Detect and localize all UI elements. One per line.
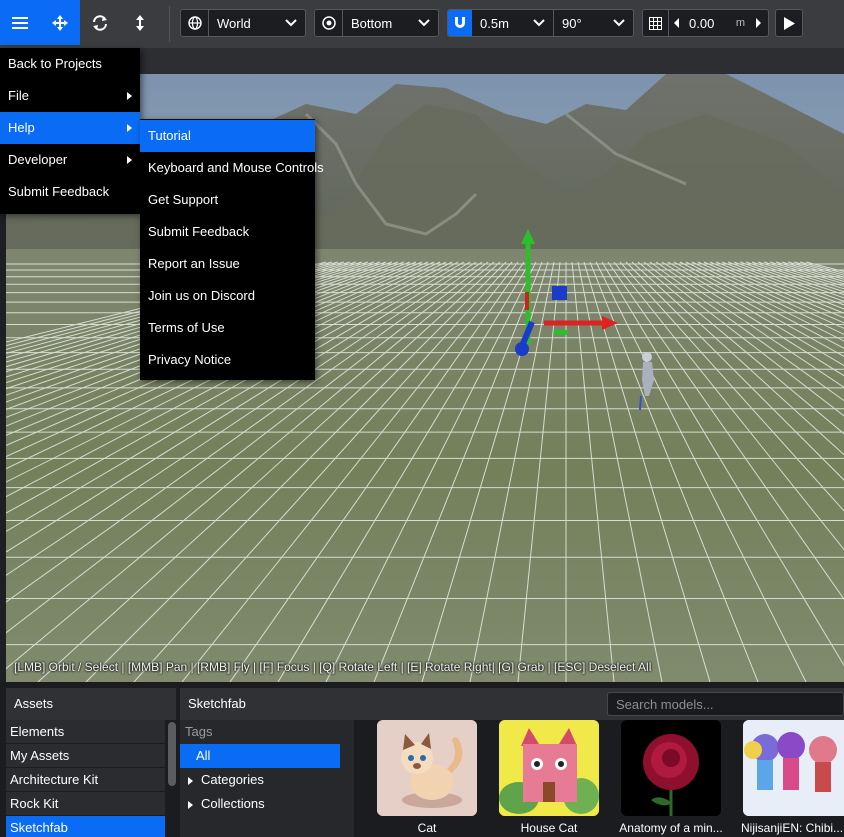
controls-hint: [LMB] Orbit / Select | [MMB] Pan | [RMB]…	[14, 660, 652, 674]
assets-list: Elements My Assets Architecture Kit Rock…	[6, 720, 165, 837]
snap-angle-value: 90°	[562, 15, 582, 31]
grid-unit: m	[735, 17, 745, 29]
chibi-thumbnail	[743, 720, 844, 816]
expand-triangle-icon	[188, 801, 193, 809]
chevron-right-icon	[127, 124, 132, 132]
top-toolbar: World Bottom 0.5m 90° 0.00 m	[0, 0, 844, 48]
chevron-down-icon	[533, 19, 545, 27]
snap-distance-value: 0.5m	[480, 15, 509, 31]
menu-item-developer-label: Developer	[8, 152, 68, 167]
search-models-input[interactable]	[607, 692, 844, 716]
vertical-arrows-icon	[136, 14, 144, 31]
assets-header: Assets	[6, 688, 176, 720]
move-tool-button[interactable]	[40, 0, 80, 45]
tag-categories-label: Categories	[201, 772, 264, 787]
help-item-terms-of-use[interactable]: Terms of Use	[140, 312, 315, 344]
toolbar-divider	[169, 6, 170, 42]
menu-button[interactable]	[0, 0, 40, 45]
scale-tool-button[interactable]	[120, 0, 160, 45]
assets-scrollbar[interactable]	[168, 722, 176, 786]
tag-collections[interactable]: Collections	[180, 792, 354, 816]
tag-all[interactable]: All	[180, 744, 340, 768]
chevron-left-icon	[674, 18, 679, 28]
house-cat-thumbnail	[499, 720, 599, 816]
asset-category-my-assets[interactable]: My Assets	[6, 744, 165, 768]
tags-panel: Tags All Categories Collections	[180, 720, 354, 837]
model-card-anatomy[interactable]	[621, 720, 721, 816]
play-button[interactable]	[775, 9, 803, 37]
pivot-select[interactable]: Bottom	[314, 9, 439, 37]
chevron-right-icon	[127, 156, 132, 164]
help-item-get-support[interactable]: Get Support	[140, 184, 315, 216]
pivot-value: Bottom	[351, 15, 393, 31]
help-item-privacy-notice[interactable]: Privacy Notice	[140, 344, 315, 376]
space-select[interactable]: World	[180, 9, 306, 37]
asset-category-elements[interactable]: Elements	[6, 720, 165, 744]
asset-category-rock-kit[interactable]: Rock Kit	[6, 792, 165, 816]
menu-item-developer[interactable]: Developer	[0, 144, 140, 176]
tag-categories[interactable]: Categories	[180, 768, 354, 792]
help-item-join-discord[interactable]: Join us on Discord	[140, 280, 315, 312]
bottom-panel: Assets Sketchfab Elements My Assets Arch…	[0, 682, 844, 837]
model-card-house-cat[interactable]	[499, 720, 599, 816]
target-icon	[315, 10, 343, 36]
magnet-icon	[455, 17, 465, 28]
help-item-tutorial[interactable]: Tutorial	[140, 120, 315, 152]
asset-category-architecture-kit[interactable]: Architecture Kit	[6, 768, 165, 792]
cat-thumbnail	[377, 720, 477, 816]
play-icon	[783, 16, 795, 30]
chevron-right-icon	[756, 18, 761, 28]
menu-item-back-to-projects[interactable]: Back to Projects	[0, 48, 140, 80]
snap-distance-select[interactable]: 0.5m	[472, 10, 554, 36]
tag-collections-label: Collections	[201, 796, 265, 811]
model-label-cat: Cat	[417, 821, 437, 835]
menu-item-file-label: File	[8, 88, 29, 103]
menu-item-help-label: Help	[8, 120, 35, 135]
snap-angle-select[interactable]: 90°	[554, 10, 633, 36]
help-item-report-issue[interactable]: Report an Issue	[140, 248, 315, 280]
space-value: World	[217, 15, 251, 31]
grid-size-value: 0.00	[689, 15, 715, 31]
model-card-nijisanji[interactable]	[743, 720, 844, 816]
model-label-nijisanji: NijisanjiEN: Chibi...	[741, 821, 844, 835]
chevron-right-icon	[127, 92, 132, 100]
hamburger-icon	[12, 16, 28, 29]
grid-icon	[643, 10, 669, 36]
snap-settings: 0.5m 90°	[447, 9, 634, 37]
snap-toggle-button[interactable]	[448, 10, 472, 36]
help-item-submit-feedback[interactable]: Submit Feedback	[140, 216, 315, 248]
chevron-down-icon	[613, 19, 625, 27]
help-submenu: Tutorial Keyboard and Mouse Controls Get…	[140, 119, 324, 380]
grid-decrement-button[interactable]	[669, 10, 685, 36]
menu-item-file[interactable]: File	[0, 80, 140, 112]
rose-thumbnail	[621, 720, 721, 816]
main-menu: Back to Projects File Help Developer Sub…	[0, 48, 140, 214]
grid-increment-button[interactable]	[751, 10, 767, 36]
menu-item-submit-feedback[interactable]: Submit Feedback	[0, 176, 140, 208]
grid-settings: 0.00 m	[642, 9, 769, 37]
chevron-down-icon	[418, 19, 430, 27]
menu-item-help[interactable]: Help	[0, 112, 140, 144]
rotate-tool-button[interactable]	[80, 0, 120, 45]
model-label-house-cat: House Cat	[520, 821, 578, 835]
help-item-keyboard-mouse-controls[interactable]: Keyboard and Mouse Controls	[140, 152, 324, 184]
tags-title: Tags	[185, 724, 213, 739]
model-label-anatomy: Anatomy of a min...	[619, 821, 723, 835]
globe-icon	[181, 10, 209, 36]
chevron-down-icon	[285, 19, 297, 27]
model-card-cat[interactable]	[377, 720, 477, 816]
grid-size-input[interactable]: 0.00 m	[685, 10, 751, 36]
asset-category-sketchfab[interactable]: Sketchfab	[6, 816, 165, 837]
move-arrows-icon	[52, 14, 68, 31]
expand-triangle-icon	[188, 777, 193, 785]
rotate-icon	[93, 14, 107, 31]
